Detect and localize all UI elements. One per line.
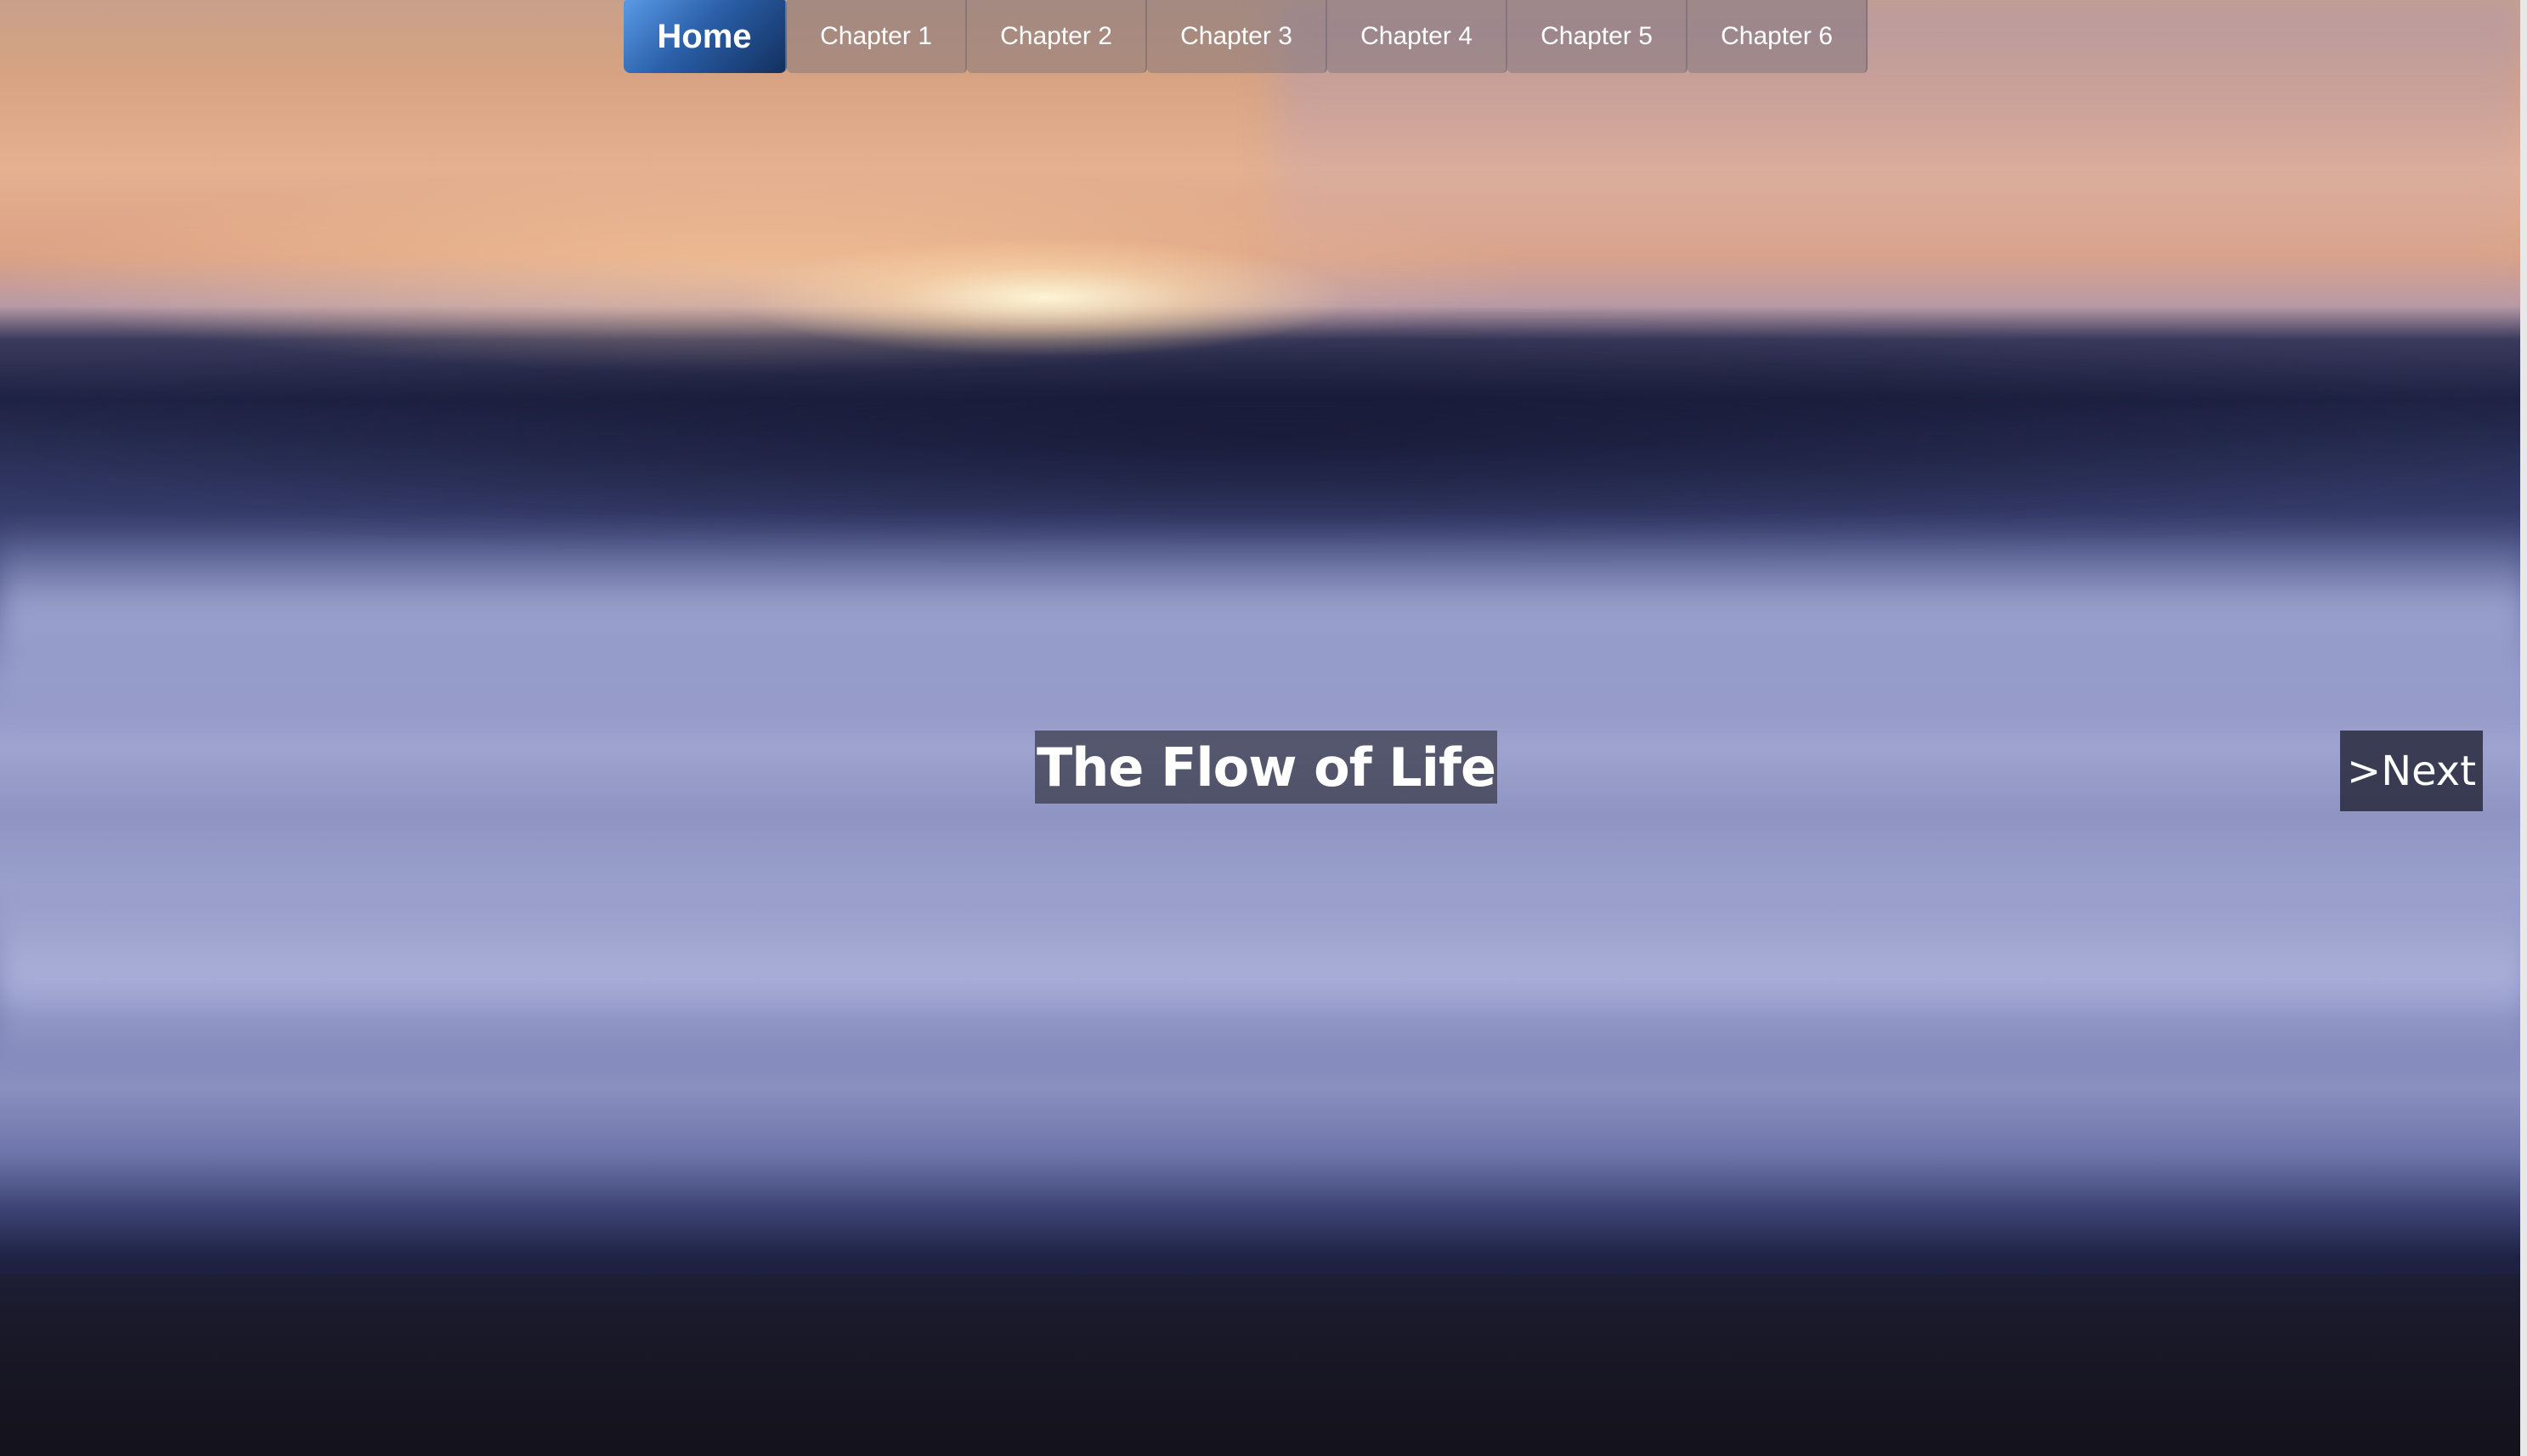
nav-home[interactable]: Home [624,0,787,73]
nav-chapter-2[interactable]: Chapter 2 [967,0,1147,73]
beach-sand [0,1274,2527,1456]
chapter-nav: Home Chapter 1 Chapter 2 Chapter 3 Chapt… [624,0,1868,75]
scrollbar[interactable] [2520,0,2527,1456]
nav-chapter-6[interactable]: Chapter 6 [1687,0,1868,73]
hero-background: Home Chapter 1 Chapter 2 Chapter 3 Chapt… [0,0,2527,1456]
wave-crest [0,323,2527,544]
water-foam-upper [0,527,2527,714]
nav-chapter-3[interactable]: Chapter 3 [1147,0,1327,73]
nav-chapter-5[interactable]: Chapter 5 [1507,0,1687,73]
water-foam-lower [0,892,2527,1062]
next-button[interactable]: >Next [2340,731,2483,811]
nav-chapter-1[interactable]: Chapter 1 [787,0,967,73]
page-title: The Flow of Life [1035,731,1498,804]
nav-chapter-4[interactable]: Chapter 4 [1327,0,1507,73]
